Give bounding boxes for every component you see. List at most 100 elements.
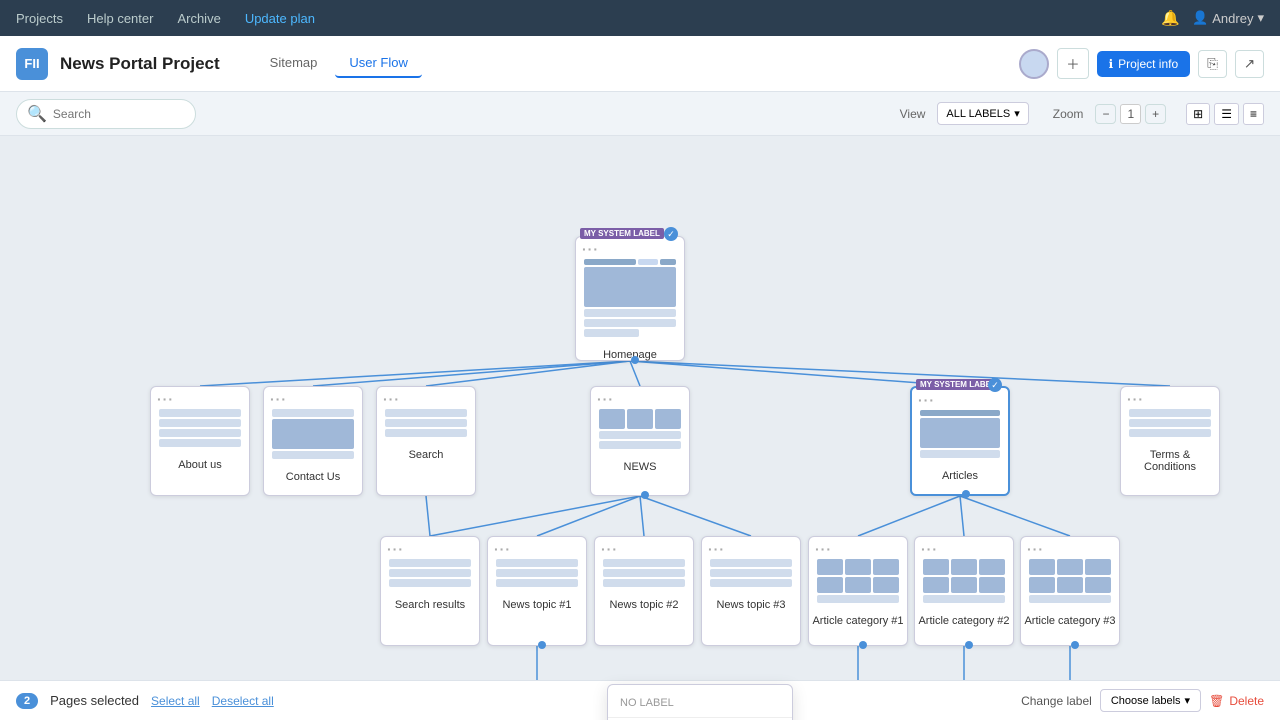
node-newstopic1[interactable]: ··· News topic #1 xyxy=(487,536,587,646)
change-label-text: Change label xyxy=(1021,694,1092,708)
node-label-search: Search xyxy=(377,445,475,465)
node-menu-icon[interactable]: ··· xyxy=(582,241,599,257)
node-articlecat3[interactable]: ··· Article category #3 xyxy=(1020,536,1120,646)
node-menu-icon[interactable]: ··· xyxy=(918,392,935,408)
grid-view-button[interactable]: ⊞ xyxy=(1186,103,1210,125)
node-menu-icon[interactable]: ··· xyxy=(815,541,832,557)
node-menu-icon[interactable]: ··· xyxy=(708,541,725,557)
select-all-link[interactable]: Select all xyxy=(151,694,200,708)
node-menu-icon[interactable]: ··· xyxy=(597,391,614,407)
header-tabs: Sitemap User Flow xyxy=(256,49,422,78)
view-icons: ⊞ ☰ ≡ xyxy=(1186,103,1264,125)
logo-mark: FII xyxy=(16,48,48,80)
bottom-right: Change label Choose labels ▾ 🗑 Delete xyxy=(1021,689,1264,712)
node-newstopic3[interactable]: ··· News topic #3 xyxy=(701,536,801,646)
node-searchresults[interactable]: ··· Search results xyxy=(380,536,480,646)
zoom-value: 1 xyxy=(1120,104,1141,124)
node-menu-icon[interactable]: ··· xyxy=(1027,541,1044,557)
node-articlecat2[interactable]: ··· Article category #2 xyxy=(914,536,1014,646)
nav-projects[interactable]: Projects xyxy=(16,11,63,26)
node-news[interactable]: ··· NEWS xyxy=(590,386,690,496)
node-label-news: NEWS xyxy=(591,457,689,477)
node-homepage[interactable]: ··· MY SYSTEM LABEL ✓ Homepage xyxy=(575,236,685,361)
canvas: ··· MY SYSTEM LABEL ✓ Homepage ··· xyxy=(0,136,1280,720)
nav-archive[interactable]: Archive xyxy=(177,11,220,26)
copy-button[interactable]: ⎘ xyxy=(1198,50,1227,78)
pages-selected-label: Pages selected xyxy=(50,693,139,708)
choose-labels-button[interactable]: Choose labels ▾ xyxy=(1100,689,1201,712)
delete-text: Delete xyxy=(1229,694,1264,708)
check-icon-articles: ✓ xyxy=(988,378,1002,392)
node-label-newstopic1: News topic #1 xyxy=(488,595,586,615)
node-menu-icon[interactable]: ··· xyxy=(270,391,287,407)
node-menu-icon[interactable]: ··· xyxy=(921,541,938,557)
avatar xyxy=(1019,49,1049,79)
label-dropdown: NO LABEL System Labels DONE NEW MY SYSTE… xyxy=(607,684,793,720)
node-label-searchresults: Search results xyxy=(381,595,479,615)
user-menu[interactable]: 👤 Andrey ▾ xyxy=(1192,10,1264,26)
node-articles[interactable]: ··· MY SYSTEM LABEL ✓ Articles xyxy=(910,386,1010,496)
node-label-articles: Articles xyxy=(912,466,1008,486)
nav-update-plan[interactable]: Update plan xyxy=(245,11,315,26)
tab-sitemap[interactable]: Sitemap xyxy=(256,49,332,78)
node-label-newstopic3: News topic #3 xyxy=(702,595,800,615)
notifications-icon[interactable]: 🔔 xyxy=(1161,9,1180,27)
list-view-button[interactable]: ☰ xyxy=(1214,103,1239,125)
node-articlecat1[interactable]: ··· Article category #1 xyxy=(808,536,908,646)
node-label-newstopic2: News topic #2 xyxy=(595,595,693,615)
no-label-option[interactable]: NO LABEL xyxy=(608,693,792,718)
conn-bottom-news xyxy=(641,491,649,499)
node-menu-icon[interactable]: ··· xyxy=(157,391,174,407)
node-menu-icon[interactable]: ··· xyxy=(387,541,404,557)
node-newstopic2[interactable]: ··· News topic #2 xyxy=(594,536,694,646)
node-label-articlecat2: Article category #2 xyxy=(915,611,1013,631)
view-value: ALL LABELS xyxy=(946,108,1010,120)
node-menu-icon[interactable]: ··· xyxy=(1127,391,1144,407)
detail-view-button[interactable]: ≡ xyxy=(1243,103,1264,125)
node-label-terms: Terms & Conditions xyxy=(1121,445,1219,477)
search-input[interactable] xyxy=(53,107,185,121)
node-terms[interactable]: ··· Terms & Conditions xyxy=(1120,386,1220,496)
node-label-articlecat3: Article category #3 xyxy=(1021,611,1119,631)
tab-userflow[interactable]: User Flow xyxy=(335,49,422,78)
user-chevron-icon: ▾ xyxy=(1257,10,1264,26)
trash-icon: 🗑 xyxy=(1209,694,1224,708)
node-menu-icon[interactable]: ··· xyxy=(494,541,511,557)
conn-bottom xyxy=(631,356,639,364)
node-menu-icon[interactable]: ··· xyxy=(383,391,400,407)
zoom-control: − 1 + xyxy=(1095,104,1166,124)
search-box[interactable]: 🔍 xyxy=(16,99,196,129)
header: FII News Portal Project Sitemap User Flo… xyxy=(0,36,1280,92)
node-label-homepage: Homepage xyxy=(576,345,684,365)
dropdown-chevron-icon: ▾ xyxy=(1185,694,1191,707)
conn-bottom-ac3 xyxy=(1071,641,1079,649)
view-dropdown[interactable]: ALL LABELS ▾ xyxy=(937,102,1028,125)
user-name: Andrey xyxy=(1212,11,1253,26)
zoom-out-button[interactable]: − xyxy=(1095,104,1116,124)
zoom-label: Zoom xyxy=(1053,107,1084,121)
view-chevron-icon: ▾ xyxy=(1014,107,1020,120)
project-info-button[interactable]: ℹ Project info xyxy=(1097,51,1191,77)
header-right: ＋ ℹ Project info ⎘ ↗ xyxy=(1019,48,1264,79)
project-title: News Portal Project xyxy=(60,54,220,74)
share-button[interactable]: ↗ xyxy=(1235,50,1264,78)
node-label-articlecat1: Article category #1 xyxy=(809,611,907,631)
conn-bottom-nt1 xyxy=(538,641,546,649)
node-contactus[interactable]: ··· Contact Us xyxy=(263,386,363,496)
nav-help[interactable]: Help center xyxy=(87,11,153,26)
check-icon: ✓ xyxy=(664,227,678,241)
add-user-button[interactable]: ＋ xyxy=(1057,48,1088,79)
deselect-all-link[interactable]: Deselect all xyxy=(212,694,274,708)
pages-count-badge: 2 xyxy=(16,693,38,709)
node-menu-icon[interactable]: ··· xyxy=(601,541,618,557)
node-aboutus[interactable]: ··· About us xyxy=(150,386,250,496)
choose-labels-text: Choose labels xyxy=(1111,695,1181,707)
search-icon: 🔍 xyxy=(27,104,47,124)
node-search[interactable]: ··· Search xyxy=(376,386,476,496)
logo[interactable]: FII xyxy=(16,48,48,80)
top-nav: Projects Help center Archive Update plan… xyxy=(0,0,1280,36)
zoom-in-button[interactable]: + xyxy=(1145,104,1166,124)
view-label: View xyxy=(900,107,926,121)
delete-button[interactable]: 🗑 Delete xyxy=(1209,694,1264,708)
user-avatar-icon: 👤 xyxy=(1192,10,1208,26)
